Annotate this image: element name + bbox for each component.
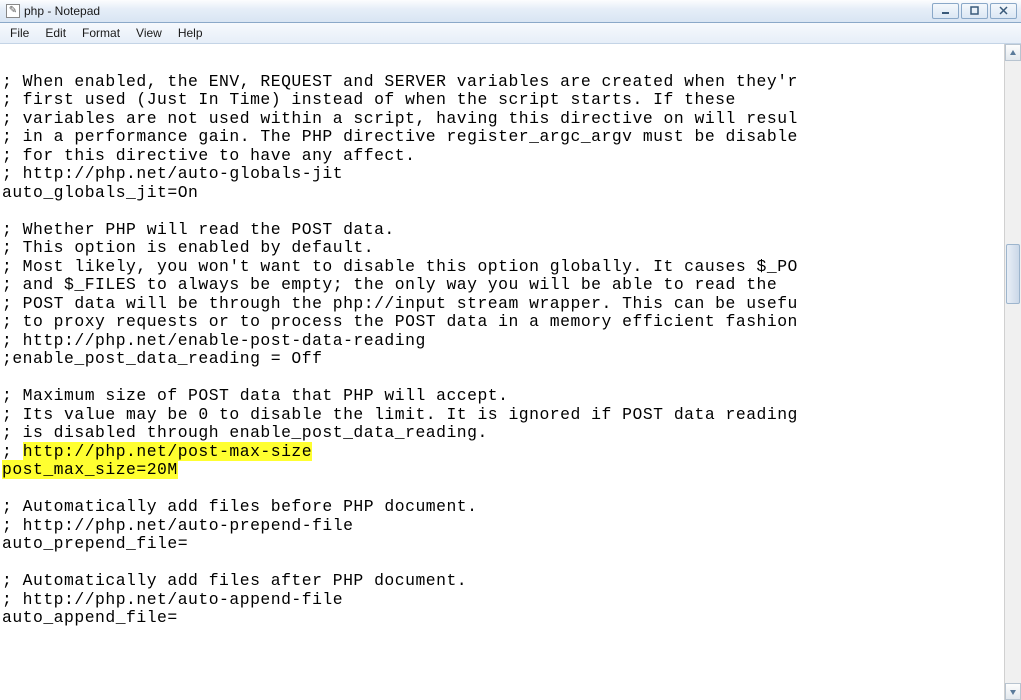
menu-edit[interactable]: Edit — [37, 24, 74, 42]
close-button[interactable] — [990, 3, 1017, 19]
app-icon: ✎ — [6, 4, 20, 18]
minimize-button[interactable] — [932, 3, 959, 19]
menu-file[interactable]: File — [2, 24, 37, 42]
text-editor[interactable]: ; When enabled, the ENV, REQUEST and SER… — [0, 44, 1004, 700]
menu-format[interactable]: Format — [74, 24, 128, 42]
scroll-thumb[interactable] — [1006, 244, 1020, 304]
menu-help[interactable]: Help — [170, 24, 211, 42]
menu-view[interactable]: View — [128, 24, 170, 42]
menu-bar: File Edit Format View Help — [0, 23, 1021, 44]
scroll-down-button[interactable] — [1005, 683, 1021, 700]
scroll-up-button[interactable] — [1005, 44, 1021, 61]
vertical-scrollbar[interactable] — [1004, 44, 1021, 700]
maximize-button[interactable] — [961, 3, 988, 19]
title-bar: ✎ php - Notepad — [0, 0, 1021, 23]
title-left: ✎ php - Notepad — [6, 4, 100, 18]
client-area: ; When enabled, the ENV, REQUEST and SER… — [0, 44, 1021, 700]
window-buttons — [932, 3, 1017, 19]
window-title: php - Notepad — [24, 4, 100, 18]
